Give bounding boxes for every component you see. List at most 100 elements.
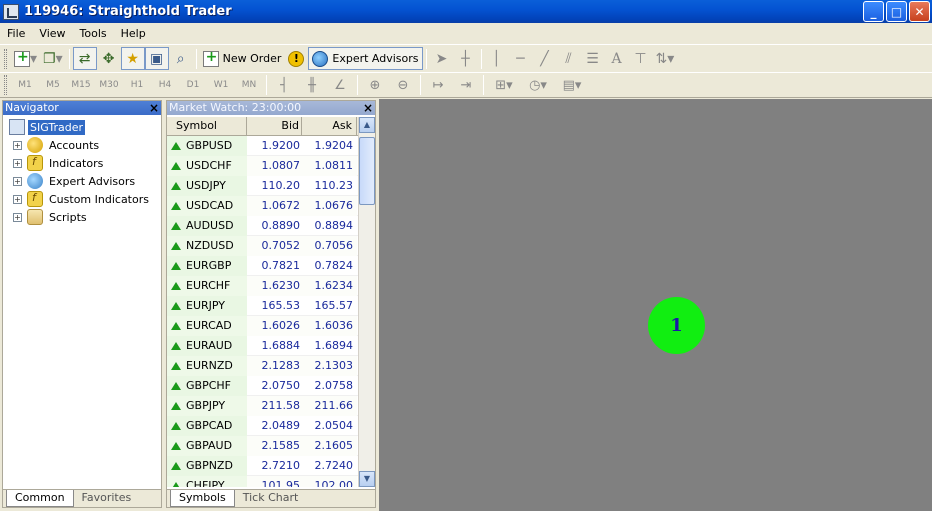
table-row[interactable]: EURJPY 165.53 165.57 — [167, 295, 375, 316]
new-order-button[interactable]: New Order — [200, 47, 285, 70]
fibonacci-button[interactable]: ☰ — [581, 47, 605, 70]
metaeditor-button[interactable]: ! — [284, 47, 308, 70]
timeframe-m15-button[interactable]: M15 — [67, 80, 95, 90]
timeframe-h1-button[interactable]: H1 — [123, 80, 151, 90]
zoom-out-button[interactable]: ⊖ — [389, 78, 417, 93]
auto-scroll-button[interactable]: ↦ — [424, 78, 452, 93]
market-watch-close-button[interactable]: × — [363, 101, 373, 115]
periodicity-button[interactable]: ◷▾ — [521, 78, 555, 93]
expand-icon[interactable]: + — [13, 140, 22, 150]
table-row[interactable]: GBPCHF 2.0750 2.0758 — [167, 375, 375, 396]
table-row[interactable]: GBPAUD 2.1585 2.1605 — [167, 435, 375, 456]
table-row[interactable]: USDCAD 1.0672 1.0676 — [167, 195, 375, 216]
table-row[interactable]: NZDUSD 0.7052 0.7056 — [167, 235, 375, 256]
terminal-icon: ▣ — [150, 50, 164, 67]
scroll-up-button[interactable]: ▲ — [359, 117, 375, 133]
expand-icon[interactable]: + — [13, 212, 22, 222]
arrows-button[interactable]: ⇅ ▾ — [653, 47, 678, 70]
timeframe-mn-button[interactable]: MN — [235, 80, 263, 90]
maximize-button[interactable]: □ — [886, 1, 907, 22]
strategy-tester-button[interactable]: ⌕ — [169, 47, 193, 70]
chart-workspace[interactable]: 1 — [379, 99, 932, 511]
horizontal-line-button[interactable]: ─ — [509, 47, 533, 70]
expand-icon[interactable]: + — [13, 158, 22, 168]
profiles-button[interactable]: ❐ ▾ — [40, 47, 66, 70]
table-row[interactable]: GBPNZD 2.7210 2.7240 — [167, 455, 375, 476]
toolbar-grip[interactable] — [4, 48, 7, 69]
vertical-line-icon: │ — [492, 50, 501, 67]
timeframe-h4-button[interactable]: H4 — [151, 80, 179, 90]
menu-view[interactable]: View — [32, 27, 72, 40]
tree-item-custom-indicators[interactable]: + Custom Indicators — [3, 190, 161, 208]
market-watch-scrollbar[interactable]: ▲ ▼ — [358, 117, 375, 487]
table-row[interactable]: USDJPY 110.20 110.23 — [167, 175, 375, 196]
candlestick-icon: ╫ — [308, 77, 316, 93]
minimize-button[interactable]: _ — [863, 1, 884, 22]
candlestick-chart-button[interactable]: ╫ — [298, 78, 326, 93]
tree-item-label: Accounts — [49, 138, 100, 152]
menu-help[interactable]: Help — [114, 27, 153, 40]
tree-item-expert-advisors[interactable]: + Expert Advisors — [3, 172, 161, 190]
text-label-button[interactable]: ⊤ — [629, 47, 653, 70]
column-header-bid[interactable]: Bid — [247, 117, 302, 135]
timeframe-m1-button[interactable]: M1 — [11, 80, 39, 90]
indicators-list-icon: ⊞▾ — [495, 77, 513, 93]
market-watch-toggle-button[interactable]: ⇄ — [72, 47, 97, 70]
line-chart-button[interactable]: ∠ — [326, 78, 354, 93]
timeframe-m30-button[interactable]: M30 — [95, 80, 123, 90]
tab-symbols[interactable]: Symbols — [170, 490, 235, 507]
data-window-button[interactable]: ✥ — [97, 47, 121, 70]
table-row[interactable]: EURCAD 1.6026 1.6036 — [167, 315, 375, 336]
symbol-cell: EURNZD — [167, 355, 247, 376]
equidistant-channel-button[interactable]: ⫽ — [557, 47, 581, 70]
tree-item-indicators[interactable]: + Indicators — [3, 154, 161, 172]
timeframe-d1-button[interactable]: D1 — [179, 80, 207, 90]
text-button[interactable]: A — [605, 47, 629, 70]
tree-item-scripts[interactable]: + Scripts — [3, 208, 161, 226]
menu-tools[interactable]: Tools — [73, 27, 114, 40]
chart-shift-button[interactable]: ⇥ — [452, 78, 480, 93]
table-row[interactable]: GBPCAD 2.0489 2.0504 — [167, 415, 375, 436]
table-row[interactable]: EURCHF 1.6230 1.6234 — [167, 275, 375, 296]
indicators-button[interactable]: ⊞▾ — [487, 78, 521, 93]
navigator-toggle-button[interactable]: ★ — [120, 47, 145, 70]
table-row[interactable]: EURNZD 2.1283 2.1303 — [167, 355, 375, 376]
table-row[interactable]: GBPUSD 1.9200 1.9204 — [167, 135, 375, 156]
column-header-symbol[interactable]: Symbol — [167, 117, 247, 135]
expand-icon[interactable]: + — [13, 176, 22, 186]
new-chart-button[interactable]: ▾ — [11, 47, 40, 70]
scroll-thumb[interactable] — [359, 137, 375, 205]
table-row[interactable]: EURGBP 0.7821 0.7824 — [167, 255, 375, 276]
tab-tick-chart[interactable]: Tick Chart — [235, 490, 307, 507]
terminal-toggle-button[interactable]: ▣ — [144, 47, 169, 70]
timeframe-m5-button[interactable]: M5 — [39, 80, 67, 90]
table-row[interactable]: GBPJPY 211.58 211.66 — [167, 395, 375, 416]
tree-item-accounts[interactable]: + Accounts — [3, 136, 161, 154]
table-row[interactable]: USDCHF 1.0807 1.0811 — [167, 155, 375, 176]
trendline-button[interactable]: ╱ — [533, 47, 557, 70]
table-row[interactable]: EURAUD 1.6884 1.6894 — [167, 335, 375, 356]
close-button[interactable]: ✕ — [909, 1, 930, 22]
tab-common[interactable]: Common — [6, 490, 74, 507]
table-row[interactable]: CHFJPY 101.95 102.00 — [167, 475, 375, 487]
scroll-down-button[interactable]: ▼ — [359, 471, 375, 487]
crosshair-button[interactable]: ┼ — [454, 47, 478, 70]
standard-toolbar: ▾ ❐▾ ⇄ ✥ ★ ▣ ⌕ New Order ! Expert Adviso… — [0, 44, 932, 72]
templates-button[interactable]: ▤▾ — [555, 78, 589, 93]
menu-file[interactable]: File — [0, 27, 32, 40]
toolbar-grip[interactable] — [4, 75, 7, 95]
price-up-icon — [171, 281, 181, 290]
tree-root-node[interactable]: SIGTrader — [3, 118, 161, 136]
timeframe-w1-button[interactable]: W1 — [207, 80, 235, 90]
vertical-line-button[interactable]: │ — [485, 47, 509, 70]
bar-chart-button[interactable]: ┤ — [270, 78, 298, 93]
column-header-ask[interactable]: Ask — [302, 117, 357, 135]
cursor-button[interactable]: ➤ — [430, 47, 454, 70]
table-row[interactable]: AUDUSD 0.8890 0.8894 — [167, 215, 375, 236]
navigator-close-button[interactable]: × — [149, 101, 159, 115]
expand-icon[interactable]: + — [13, 194, 22, 204]
zoom-in-button[interactable]: ⊕ — [361, 78, 389, 93]
tab-favorites[interactable]: Favorites — [74, 490, 140, 507]
expert-advisors-button[interactable]: Expert Advisors — [308, 47, 423, 70]
menu-bar: File View Tools Help — [0, 23, 932, 43]
